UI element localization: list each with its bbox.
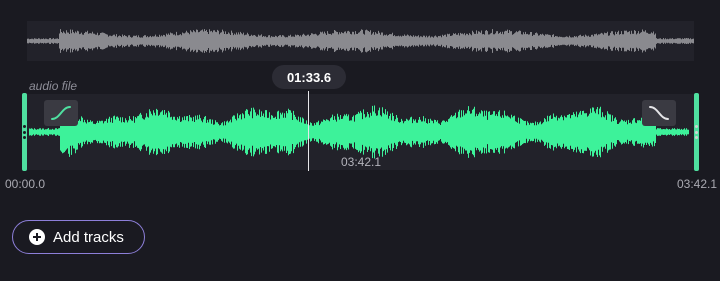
add-tracks-button[interactable]: Add tracks bbox=[12, 220, 145, 254]
fade-out-button[interactable] bbox=[642, 100, 676, 126]
waveform-overview[interactable] bbox=[27, 21, 694, 61]
fade-in-curve-icon bbox=[51, 106, 71, 120]
plus-circle-icon bbox=[29, 229, 45, 245]
playhead-time-badge: 01:33.6 bbox=[272, 65, 346, 89]
fade-in-button[interactable] bbox=[44, 100, 78, 126]
fade-out-curve-icon bbox=[649, 106, 669, 120]
timeline-start-time: 00:00.0 bbox=[5, 177, 46, 191]
overview-waveform bbox=[27, 29, 694, 53]
playhead-line[interactable] bbox=[308, 91, 309, 171]
clip-duration-label: 03:42.1 bbox=[341, 155, 382, 169]
grip-dots-right-icon bbox=[695, 125, 698, 139]
grip-dots-left-icon bbox=[23, 125, 26, 139]
add-tracks-label: Add tracks bbox=[53, 228, 124, 246]
timeline-end-time: 03:42.1 bbox=[677, 177, 718, 191]
track-name-label: audio file bbox=[29, 79, 78, 93]
